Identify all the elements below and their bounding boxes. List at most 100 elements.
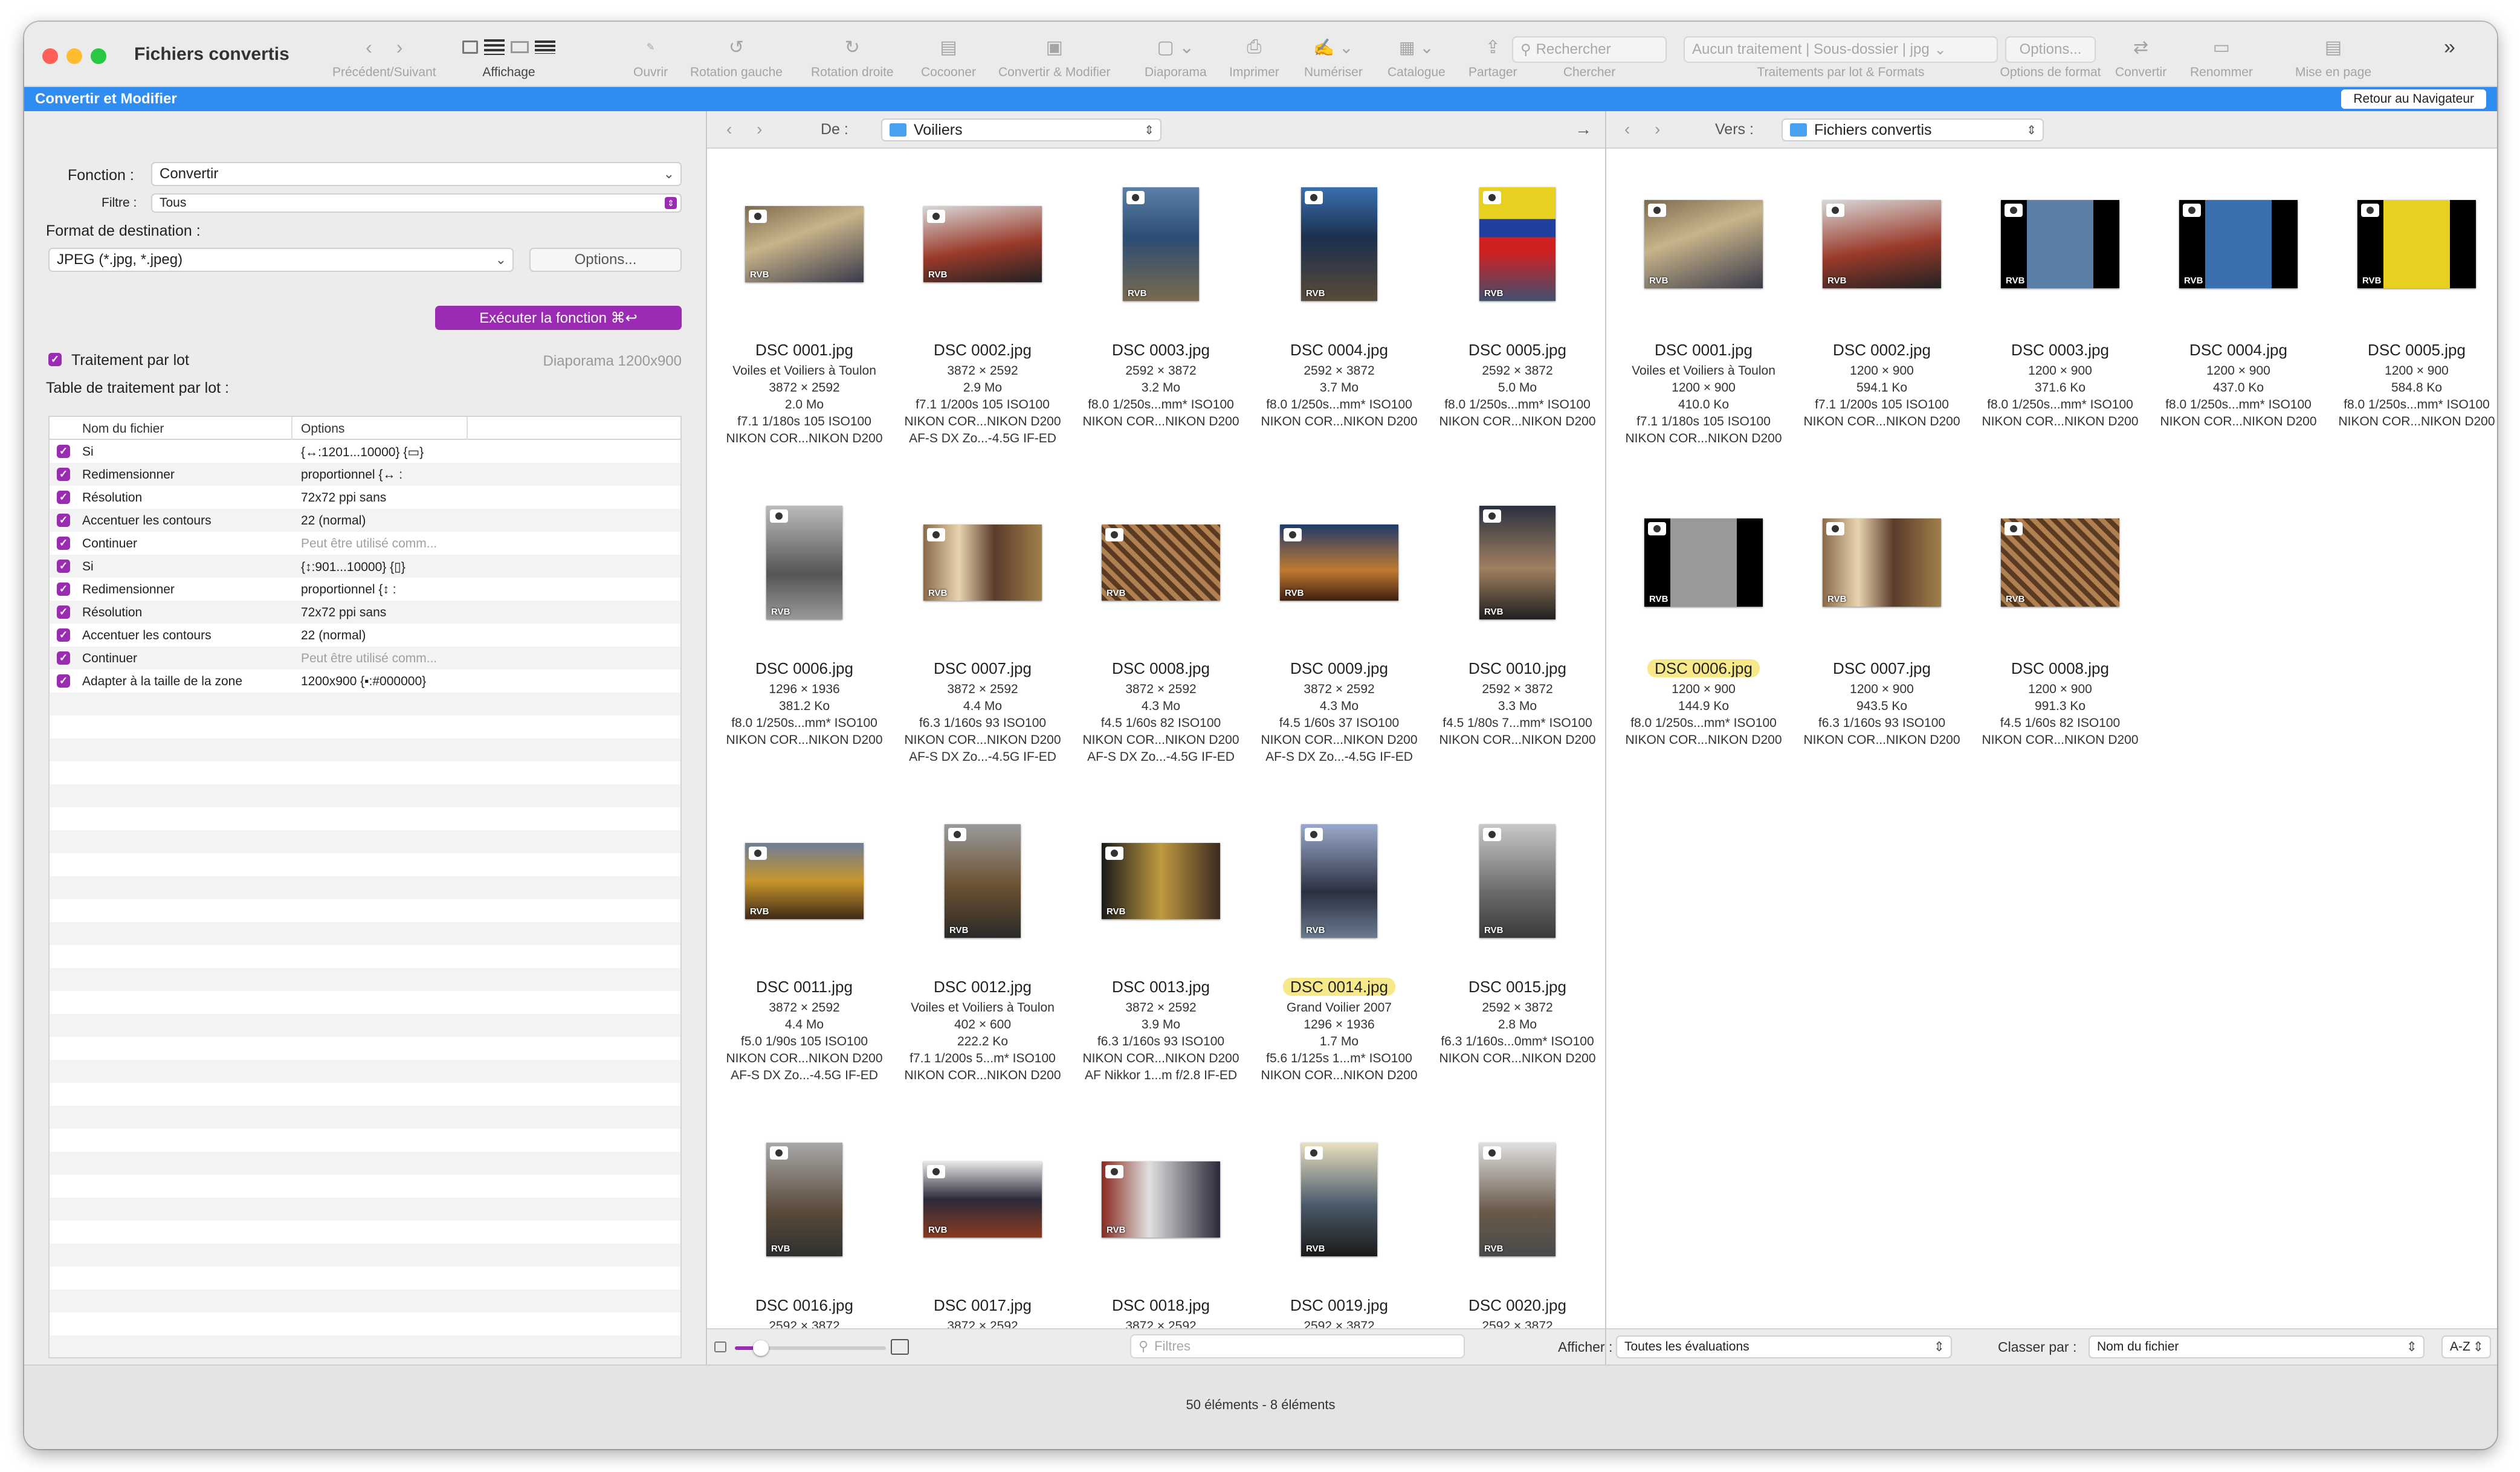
thumbnail-tile[interactable]: RVB DSC 0001.jpg Voiles et Voiliers à Toul… [716, 153, 893, 456]
thumbnail-tile[interactable]: RVB DSC 0006.jpg 1200 × 900 144.9 Ko f8.0 1/… [1615, 472, 1792, 774]
thumbnail-tile[interactable]: RVB DSC 0002.jpg 3872 × 2592 2.9 Mo f7.1 1/2… [894, 153, 1071, 456]
thumbnail-tile[interactable]: RVB DSC 0004.jpg 1200 × 900 437.0 Ko f8.0 1/… [2150, 153, 2327, 456]
share-button[interactable]: ⇪ Partager [1468, 34, 1517, 87]
row-checkbox[interactable]: ✓ [57, 445, 70, 458]
back-to-browser-button[interactable]: Retour au Navigateur [2341, 89, 2486, 109]
thumbnail-tile[interactable]: RVB DSC 0001.jpg Voiles et Voiliers à Toul… [1615, 153, 1792, 456]
table-row[interactable]: ✓ Continuer Peut être utilisé comm... [50, 647, 680, 670]
thumbnail-tile[interactable]: RVB DSC 0006.jpg 1296 × 1936 381.2 Ko f8.0 1… [716, 472, 893, 774]
row-checkbox[interactable]: ✓ [57, 628, 70, 642]
thumbnail-tile[interactable]: RVB DSC 0014.jpg Grand Voilier 2007 1296 × … [1250, 790, 1428, 1093]
thumbnail-tile[interactable]: RVB DSC 0019.jpg 2592 × 38722.7 Mof5.0 1/9… [1250, 1109, 1428, 1328]
rename-button[interactable]: ▭ Renommer [2190, 34, 2253, 87]
thumbnail-tile[interactable]: RVB DSC 0018.jpg 3872 × 25923.1 Mof4.5 1/6… [1072, 1109, 1250, 1328]
filter-select[interactable]: Tous ⇕ [151, 193, 682, 213]
dest-folder-select[interactable]: Fichiers convertis ⇕ [1782, 118, 2044, 141]
thumbnail-tile[interactable]: RVB DSC 0003.jpg 2592 × 3872 3.2 Mo f8.0 1/2… [1072, 153, 1250, 456]
thumbnail-tile[interactable]: RVB DSC 0005.jpg 2592 × 3872 5.0 Mo f8.0 1/2… [1429, 153, 1605, 456]
options-button[interactable]: Options... [529, 248, 682, 272]
filmstrip-view-icon[interactable] [511, 41, 529, 53]
execute-function-button[interactable]: Exécuter la fonction ⌘↩ [435, 306, 682, 330]
thumbnail-tile[interactable]: RVB DSC 0015.jpg 2592 × 3872 2.8 Mo f6.3 1/1… [1429, 790, 1605, 1093]
rotate-right-button[interactable]: ↻ Rotation droite [811, 34, 894, 87]
chevron-left-icon[interactable]: ‹ [1624, 120, 1630, 139]
thumbnail-tile[interactable]: RVB DSC 0007.jpg 3872 × 2592 4.4 Mo f6.3 1/1… [894, 472, 1071, 774]
thumbnail-tile[interactable]: RVB DSC 0011.jpg 3872 × 2592 4.4 Mo f5.0 1/9… [716, 790, 893, 1093]
batch-checkbox[interactable]: ✓ [48, 353, 62, 366]
col-file-header[interactable]: Nom du fichier [82, 422, 164, 436]
row-checkbox[interactable]: ✓ [57, 468, 70, 481]
table-row[interactable]: ✓ Accentuer les contours 22 (normal) [50, 624, 680, 647]
function-select[interactable]: Convertir ⌄ [151, 162, 682, 186]
thumbnail-tile[interactable]: RVB DSC 0012.jpg Voiles et Voiliers à Toul… [894, 790, 1071, 1093]
chevron-right-icon[interactable]: › [1655, 120, 1660, 139]
show-rating-select[interactable]: Toutes les évaluations ⇕ [1616, 1335, 1952, 1358]
table-row[interactable]: ✓ Résolution 72x72 ppi sans [50, 601, 680, 624]
row-checkbox[interactable]: ✓ [57, 560, 70, 573]
chevron-left-icon[interactable]: ‹ [726, 120, 732, 139]
filter-input[interactable]: ⚲ Filtres [1130, 1334, 1465, 1358]
thumbnail-tile[interactable]: RVB DSC 0017.jpg 3872 × 25926.1 Mof6.3 1/1… [894, 1109, 1071, 1328]
grid-view-icon[interactable] [462, 40, 478, 54]
table-row[interactable]: ✓ Accentuer les contours 22 (normal) [50, 509, 680, 532]
thumbnail-tile[interactable]: RVB DSC 0007.jpg 1200 × 900 943.5 Ko f6.3 1/… [1793, 472, 1971, 774]
minimize-window-button[interactable] [66, 48, 82, 64]
thumbnail-tile[interactable]: RVB DSC 0008.jpg 1200 × 900 991.3 Ko f4.5 1/… [1971, 472, 2149, 774]
table-row[interactable]: ✓ Si {↔:1201...10000} {▭} [50, 440, 680, 463]
arrow-right-icon[interactable]: → [1575, 120, 1592, 139]
thumbnail-tile[interactable]: RVB DSC 0004.jpg 2592 × 3872 3.7 Mo f8.0 1/2… [1250, 153, 1428, 456]
list-view-icon[interactable] [484, 39, 505, 55]
table-row[interactable]: ✓ Continuer Peut être utilisé comm... [50, 532, 680, 555]
convert-button[interactable]: ⇄ Convertir [2115, 34, 2166, 87]
thumbnail-tile[interactable]: RVB DSC 0002.jpg 1200 × 900 594.1 Ko f7.1 1/… [1793, 153, 1971, 456]
row-checkbox[interactable]: ✓ [57, 537, 70, 550]
table-row[interactable]: ✓ Adapter à la taille de la zone 1200x900 … [50, 670, 680, 692]
scan-button[interactable]: ✍ ⌄ Numériser [1304, 34, 1363, 87]
row-checkbox[interactable]: ✓ [57, 674, 70, 688]
thumbnail-tile[interactable]: RVB DSC 0008.jpg 3872 × 2592 4.3 Mo f4.5 1/6… [1072, 472, 1250, 774]
chevron-right-icon[interactable]: › [396, 36, 403, 59]
thumbnail-tile[interactable]: RVB DSC 0010.jpg 2592 × 3872 3.3 Mo f4.5 1/8… [1429, 472, 1605, 774]
table-row[interactable]: ✓ Redimensionner proportionnel {↔ : [50, 463, 680, 486]
table-row[interactable]: ✓ Redimensionner proportionnel {↕ : [50, 578, 680, 601]
source-folder-select[interactable]: Voiliers ⇕ [881, 118, 1161, 141]
row-checkbox[interactable]: ✓ [57, 651, 70, 665]
layout-button[interactable]: ▤ Mise en page [2295, 34, 2371, 87]
toolbar-overflow-button[interactable]: » [2444, 34, 2455, 87]
display-group[interactable]: Affichage [462, 34, 555, 87]
row-checkbox[interactable]: ✓ [57, 491, 70, 504]
thumbnail-tile[interactable]: RVB DSC 0020.jpg 2592 × 38724.2 Mof5.0 1/1… [1429, 1109, 1605, 1328]
thumbnail-tile[interactable]: RVB DSC 0016.jpg 2592 × 38722.5 Mof7.1 1/1… [716, 1109, 893, 1328]
search-input[interactable]: ⚲ Rechercher [1512, 36, 1667, 63]
row-checkbox[interactable]: ✓ [57, 514, 70, 527]
format-options-button[interactable]: Options... [2005, 36, 2096, 63]
print-button[interactable]: ⎙ Imprimer [1229, 34, 1279, 87]
batch-format-select[interactable]: Aucun traitement | Sous-dossier | jpg ⌄ [1684, 36, 1998, 63]
slideshow-button[interactable]: ▢ ⌄ Diaporama [1145, 34, 1207, 87]
col-options-header[interactable]: Options [301, 422, 344, 436]
row-checkbox[interactable]: ✓ [57, 605, 70, 619]
thumb-size-slider[interactable] [735, 1340, 886, 1356]
thumbnail-tile[interactable]: RVB DSC 0009.jpg 3872 × 2592 4.3 Mo f4.5 1/6… [1250, 472, 1428, 774]
open-button[interactable]: ✎ Ouvrir [633, 34, 668, 87]
chevron-right-icon[interactable]: › [757, 120, 762, 139]
thumbnail-tile[interactable]: RVB DSC 0005.jpg 1200 × 900 584.8 Ko f8.0 1/… [2328, 153, 2497, 456]
dest-format-select[interactable]: JPEG (*.jpg, *.jpeg) ⌄ [48, 248, 514, 272]
rotate-left-button[interactable]: ↺ Rotation gauche [690, 34, 783, 87]
detail-view-icon[interactable] [535, 40, 555, 54]
row-checkbox[interactable]: ✓ [57, 583, 70, 596]
thumbnail-tile[interactable]: RVB DSC 0013.jpg 3872 × 2592 3.9 Mo f6.3 1/1… [1072, 790, 1250, 1093]
catalog-button[interactable]: ▦ ⌄ Catalogue [1388, 34, 1446, 87]
cocoon-button[interactable]: ▤ Cocooner [921, 34, 976, 87]
table-row[interactable]: ✓ Résolution 72x72 ppi sans [50, 486, 680, 509]
sort-select[interactable]: Nom du fichier ⇕ [2089, 1335, 2425, 1358]
zoom-window-button[interactable] [91, 48, 106, 64]
table-row[interactable]: ✓ Si {↕:901...10000} {▯} [50, 555, 680, 578]
chevron-left-icon[interactable]: ‹ [366, 36, 372, 59]
convert-modify-button[interactable]: ▣ Convertir & Modifier [998, 34, 1111, 87]
sort-order-select[interactable]: A-Z ⇕ [2441, 1335, 2491, 1358]
prev-next-group[interactable]: ‹ › Précédent/Suivant [332, 34, 436, 87]
close-window-button[interactable] [42, 48, 58, 64]
thumbnail-tile[interactable]: RVB DSC 0003.jpg 1200 × 900 371.6 Ko f8.0 1/… [1971, 153, 2149, 456]
dest-thumbnail-grid: RVB DSC 0001.jpg Voiles et Voiliers à Toul… [1606, 149, 2497, 1328]
